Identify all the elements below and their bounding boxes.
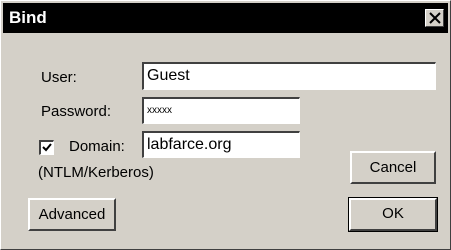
domain-note: (NTLM/Kerberos) xyxy=(38,164,154,181)
dialog-title: Bind xyxy=(9,8,47,27)
domain-field[interactable]: labfarce.org xyxy=(142,131,300,158)
title-bar[interactable]: Bind xyxy=(3,3,448,33)
bind-dialog: Bind User: Guest Password: xxxxx Domain:… xyxy=(0,0,451,250)
domain-checkbox[interactable] xyxy=(39,140,54,155)
password-field[interactable]: xxxxx xyxy=(142,97,300,124)
password-label: Password: xyxy=(41,103,112,120)
close-button[interactable] xyxy=(425,9,444,27)
domain-label: Domain: xyxy=(69,138,125,155)
advanced-button[interactable]: Advanced xyxy=(28,198,116,231)
checkmark-icon xyxy=(42,143,52,152)
ok-button-label: OK xyxy=(382,205,404,222)
user-field[interactable]: Guest xyxy=(142,62,436,90)
cancel-button[interactable]: Cancel xyxy=(350,151,436,184)
user-label: User: xyxy=(41,69,77,86)
close-icon xyxy=(429,12,441,24)
ok-button[interactable]: OK xyxy=(348,197,438,232)
